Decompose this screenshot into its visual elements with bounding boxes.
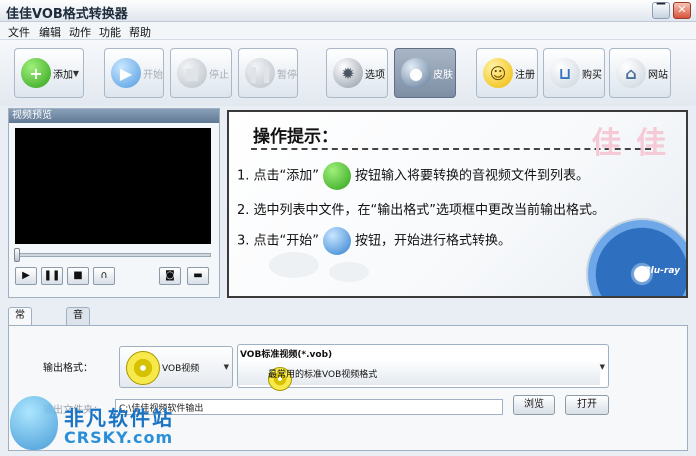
tab-general[interactable]: 常规设置 [8, 307, 32, 369]
tip-step-3-b: 按钮，开始进行格式转换。 [355, 233, 512, 249]
chevron-down-icon: ▼ [599, 363, 605, 371]
buy-button[interactable]: ⊔ 购买 [543, 48, 605, 98]
format-desc-row: 最常用的标准VOB视频格式 [238, 361, 600, 391]
menu-function[interactable]: 功能 [99, 24, 121, 40]
tip-step-1-b: 按钮输入将要转换的音视频文件到列表。 [355, 168, 590, 184]
watermark-cn: 非凡软件站 [64, 406, 174, 430]
tip-step-3-a: 3. 点击“开始” [237, 233, 320, 249]
add-label: 添加 [53, 69, 73, 81]
start-button[interactable]: ▶ 开始 [104, 48, 164, 98]
browse-button[interactable]: 浏览 [513, 395, 555, 415]
shield-icon [10, 396, 58, 450]
home-icon: ⌂ [616, 58, 646, 88]
website-label: 网站 [648, 69, 668, 81]
format-description: 最常用的标准VOB视频格式 [268, 370, 378, 380]
seek-handle[interactable] [14, 248, 20, 262]
open-button[interactable]: 打开 [565, 395, 609, 415]
watermark-en: CRSKY.com [64, 428, 174, 447]
cart-icon: ⊔ [550, 58, 580, 88]
title-bar: 佳佳VOB格式转换器 ▔ ✕ [0, 0, 696, 22]
toolbar: + 添加 ▼ ▶ 开始 ■ 停止 ❚❚ 暂停 ✹ 选项 ● 皮肤 ☺ 注册 ⊔ … [0, 40, 696, 106]
menu-edit[interactable]: 编辑 [39, 24, 61, 40]
website-button[interactable]: ⌂ 网站 [609, 48, 671, 98]
format-title: VOB标准视频(*.vob) [240, 350, 333, 360]
menu-bar: 文件 编辑 动作 功能 帮助 [0, 22, 696, 40]
open-folder-button[interactable]: ▬ [187, 267, 209, 285]
video-preview-panel: 视频预览 ▶ ❚❚ ■ ∩ ◙ ▬ [8, 108, 220, 298]
register-label: 注册 [515, 69, 535, 81]
output-format-select[interactable]: VOB视频 ▼ [119, 346, 233, 388]
disc-icon [586, 218, 686, 296]
snapshot-button[interactable]: ◙ [159, 267, 181, 285]
decor-shape [329, 262, 369, 282]
video-screen [15, 128, 211, 244]
decor-shape [269, 252, 319, 278]
stop-button[interactable]: ■ 停止 [170, 48, 232, 98]
skin-label: 皮肤 [433, 69, 453, 81]
watermark: 非凡软件站 CRSKY.com [0, 392, 200, 456]
menu-file[interactable]: 文件 [8, 24, 30, 40]
smiley-icon: ☺ [483, 58, 513, 88]
stop-preview-button[interactable]: ■ [67, 267, 89, 285]
start-label: 开始 [143, 69, 163, 81]
tab-advanced[interactable]: 音视频高级设置 [66, 307, 90, 417]
pause-icon: ❚❚ [245, 58, 275, 88]
tips-title: 操作提示： [253, 127, 338, 147]
preview-title: 视频预览 [9, 109, 219, 123]
options-button[interactable]: ✹ 选项 [326, 48, 388, 98]
brand-logo-text: 佳 佳 [591, 126, 668, 161]
tip-step-2: 2. 选中列表中文件，在“输出格式”选项框中更改当前输出格式。 [237, 203, 606, 218]
plus-icon [323, 162, 352, 190]
plus-icon: + [21, 58, 51, 88]
operation-tips-panel: 操作提示： 佳 佳 1. 点击“添加” 按钮输入将要转换的音视频文件到列表。 2.… [227, 110, 688, 298]
seek-slider[interactable] [14, 248, 211, 262]
pause-preview-button[interactable]: ❚❚ [41, 267, 63, 285]
register-button[interactable]: ☺ 注册 [476, 48, 538, 98]
menu-action[interactable]: 动作 [69, 24, 91, 40]
stop-icon: ■ [177, 58, 207, 88]
chevron-down-icon: ▼ [223, 363, 229, 371]
pause-button[interactable]: ❚❚ 暂停 [238, 48, 298, 98]
buy-label: 购买 [582, 69, 602, 81]
disc-icon [126, 351, 160, 385]
close-button[interactable]: ✕ [673, 2, 691, 19]
play-button[interactable]: ▶ [15, 267, 37, 285]
stop-label: 停止 [209, 69, 229, 81]
output-format-label: 输出格式： [43, 363, 93, 374]
minimize-button[interactable]: ▔ [652, 2, 670, 19]
menu-help[interactable]: 帮助 [129, 24, 151, 40]
format-profile-select[interactable]: VOB标准视频(*.vob) 最常用的标准VOB视频格式 ▼ [237, 344, 609, 391]
tip-step-3: 3. 点击“开始” 按钮，开始进行格式转换。 [237, 227, 511, 255]
play-icon [323, 227, 352, 255]
window-title: 佳佳VOB格式转换器 [6, 7, 128, 22]
chevron-down-icon: ▼ [72, 69, 79, 78]
tip-step-1-a: 1. 点击“添加” [237, 168, 320, 184]
gear-icon: ✹ [333, 58, 363, 88]
play-icon: ▶ [111, 58, 141, 88]
options-label: 选项 [365, 69, 385, 81]
volume-button[interactable]: ∩ [93, 267, 115, 285]
add-button[interactable]: + 添加 ▼ [14, 48, 84, 98]
tip-step-1: 1. 点击“添加” 按钮输入将要转换的音视频文件到列表。 [237, 162, 589, 190]
format-name: VOB视频 [162, 364, 200, 374]
bluray-logo: Blu-ray [643, 266, 680, 276]
skin-button[interactable]: ● 皮肤 [394, 48, 456, 98]
pause-label: 暂停 [277, 69, 297, 81]
user-icon: ● [401, 58, 431, 88]
